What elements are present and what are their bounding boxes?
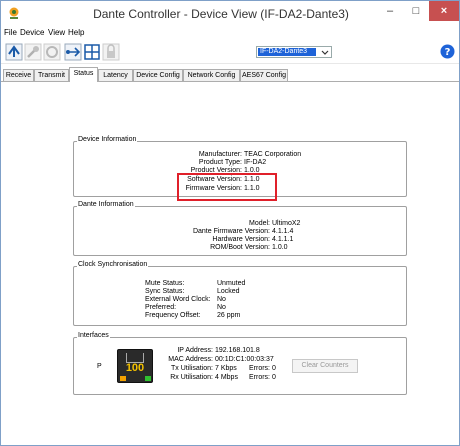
tx-utilisation-value: 7 Kbps — [215, 365, 237, 372]
rx-utilisation-value: 4 Mbps — [215, 374, 238, 381]
mac-address-value: 00:1D:C1:00:03:37 — [215, 356, 274, 363]
model-value: UltimoX2 — [272, 220, 301, 227]
refresh-icon[interactable] — [5, 43, 23, 61]
tab-device-config[interactable]: Device Config — [133, 69, 183, 81]
product-type-value: IF-DA2 — [244, 159, 267, 166]
device-information-title: Device Information — [77, 136, 138, 143]
svg-text:?: ? — [445, 47, 451, 58]
reboot-icon[interactable] — [43, 43, 61, 61]
menu-view[interactable]: View — [48, 28, 65, 37]
external-word-clock-value: No — [217, 296, 226, 303]
rom-boot-version-value: 1.0.0 — [272, 244, 288, 251]
device-select-value: IF-DA2-Dante3 — [258, 48, 316, 56]
menu-bar: File Device View Help — [1, 26, 459, 40]
frequency-offset-label: Frequency Offset: — [145, 312, 201, 319]
ethernet-port-icon: 100 — [117, 349, 153, 383]
frequency-offset-value: 26 ppm — [217, 312, 241, 319]
rx-errors-label: Errors: — [249, 374, 270, 381]
menu-file[interactable]: File — [4, 28, 17, 37]
maximize-button[interactable]: □ — [403, 1, 429, 21]
interfaces-title: Interfaces — [77, 332, 110, 339]
clock-synchronisation-title: Clock Synchronisation — [77, 261, 149, 268]
ip-address-label: IP Address: — [177, 347, 213, 354]
tab-transmit[interactable]: Transmit — [34, 69, 69, 81]
wrench-icon[interactable] — [24, 43, 42, 61]
tab-latency[interactable]: Latency — [98, 69, 133, 81]
hardware-version-label: Hardware Version: — [212, 236, 270, 243]
rx-errors-value: 0 — [272, 374, 276, 381]
hardware-version-value: 4.1.1.1 — [272, 236, 294, 243]
tx-errors-label: Errors: — [249, 365, 270, 372]
device-select-dropdown[interactable]: IF-DA2-Dante3 — [256, 46, 332, 58]
mute-status-label: Mute Status: — [145, 280, 185, 287]
activity-led — [120, 376, 126, 381]
sync-status-label: Sync Status: — [145, 288, 185, 295]
external-word-clock-label: External Word Clock: — [145, 296, 211, 303]
sync-status-value: Locked — [217, 288, 240, 295]
tx-errors-value: 0 — [272, 365, 276, 372]
dante-information-title: Dante Information — [77, 201, 135, 208]
link-speed-value: 100 — [125, 362, 145, 374]
model-label: Model: — [248, 220, 270, 227]
tab-receive[interactable]: Receive — [3, 69, 34, 81]
preferred-label: Preferred: — [145, 304, 177, 311]
grid-icon[interactable] — [83, 43, 101, 61]
close-button[interactable]: × — [429, 1, 459, 21]
tab-status[interactable]: Status — [69, 67, 98, 82]
dante-firmware-label: Dante Firmware Version: — [192, 228, 270, 235]
preferred-value: No — [217, 304, 226, 311]
tab-network-config[interactable]: Network Config — [183, 69, 240, 81]
tab-aes67-config[interactable]: AES67 Config — [240, 69, 288, 81]
clear-counters-button[interactable]: Clear Counters — [292, 359, 358, 373]
manufacturer-value: TEAC Corporation — [244, 151, 302, 158]
menu-help[interactable]: Help — [68, 28, 84, 37]
ip-address-value: 192.168.101.8 — [215, 347, 260, 354]
dante-firmware-value: 4.1.1.4 — [272, 228, 294, 235]
minimize-button[interactable]: – — [377, 1, 403, 21]
lock-icon[interactable] — [102, 43, 120, 61]
chevron-down-icon — [321, 50, 329, 55]
rx-utilisation-label: Rx Utilisation: — [170, 374, 213, 381]
menu-device[interactable]: Device — [20, 28, 44, 37]
product-type-label: Product Type: — [198, 159, 242, 166]
mute-status-value: Unmuted — [217, 280, 246, 287]
version-highlight-box — [177, 173, 277, 201]
rom-boot-version-label: ROM/Boot Version: — [210, 244, 270, 251]
help-icon[interactable]: ? — [440, 44, 455, 59]
manufacturer-label: Manufacturer: — [198, 151, 242, 158]
title-bar: Dante Controller - Device View (IF-DA2-D… — [1, 1, 459, 26]
mac-address-label: MAC Address: — [168, 356, 213, 363]
port-primary-label: P — [97, 363, 102, 370]
link-led — [145, 376, 151, 381]
network-icon[interactable] — [64, 43, 82, 61]
tab-bar: Receive Transmit Status Latency Device C… — [1, 67, 459, 82]
toolbar: IF-DA2-Dante3 ? — [1, 40, 459, 64]
tx-utilisation-label: Tx Utilisation: — [170, 365, 213, 372]
dante-controller-window: Dante Controller - Device View (IF-DA2-D… — [0, 0, 460, 446]
window-title: Dante Controller - Device View (IF-DA2-D… — [93, 7, 349, 21]
